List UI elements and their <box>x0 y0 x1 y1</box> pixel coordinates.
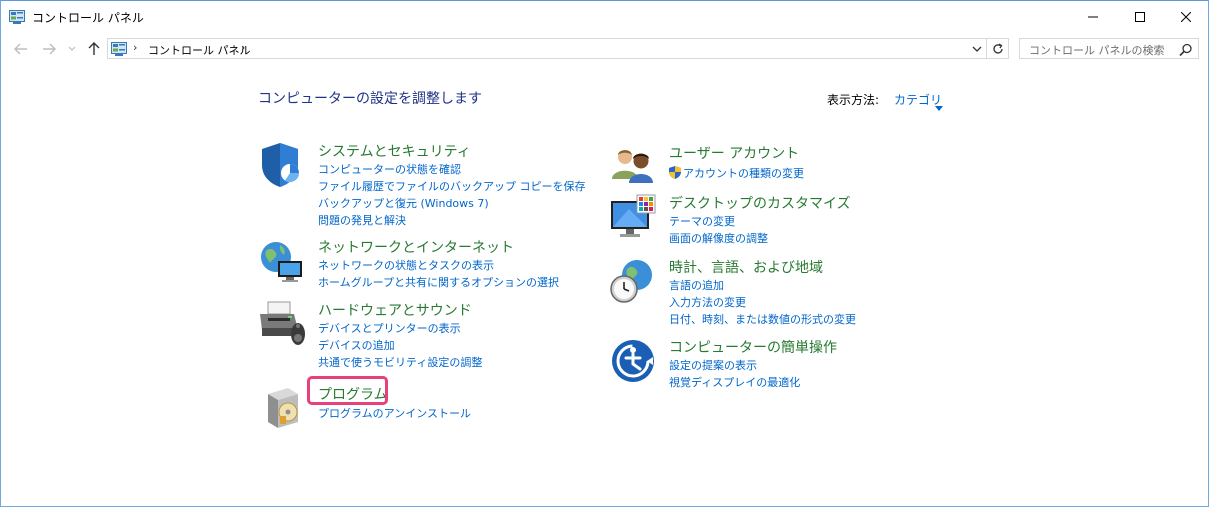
link-check-computer-status[interactable]: コンピューターの状態を確認 <box>318 161 586 178</box>
maximize-icon <box>1135 11 1145 22</box>
forward-button[interactable] <box>39 37 59 61</box>
printer-icon[interactable] <box>258 300 306 348</box>
view-by-label: 表示方法: <box>827 93 880 107</box>
clock-globe-icon[interactable] <box>609 257 657 305</box>
link-backup-restore-windows7[interactable]: バックアップと復元 (Windows 7) <box>318 195 586 212</box>
link-change-account-type-label[interactable]: アカウントの種類の変更 <box>683 167 804 180</box>
shield-icon[interactable] <box>258 141 306 189</box>
link-homegroup-sharing[interactable]: ホームグループと共有に関するオプションの選択 <box>318 274 559 291</box>
breadcrumb-separator[interactable]: › <box>241 41 245 54</box>
page-title: コンピューターの設定を調整します <box>258 91 482 107</box>
link-change-theme[interactable]: テーマの変更 <box>669 213 768 230</box>
link-file-history-backup[interactable]: ファイル履歴でファイルのバックアップ コピーを保存 <box>318 178 586 195</box>
link-network-status-tasks[interactable]: ネットワークの状態とタスクの表示 <box>318 257 559 274</box>
category-title-network-internet[interactable]: ネットワークとインターネット <box>318 237 514 257</box>
breadcrumb-control-panel[interactable]: コントロール パネル <box>148 42 251 58</box>
link-change-date-time-format[interactable]: 日付、時刻、または数値の形式の変更 <box>669 311 856 328</box>
link-optimize-visual-display[interactable]: 視覚ディスプレイの最適化 <box>669 374 800 391</box>
recent-locations-button[interactable] <box>65 37 79 61</box>
minimize-button[interactable] <box>1070 1 1116 32</box>
refresh-button[interactable] <box>987 38 1009 59</box>
control-panel-window: コントロール パネル › コントロール パネル › コントロール パネルの検索 … <box>0 0 1209 507</box>
link-add-language[interactable]: 言語の追加 <box>669 277 856 294</box>
close-icon <box>1181 11 1191 22</box>
link-adjust-resolution[interactable]: 画面の解像度の調整 <box>669 230 768 247</box>
category-hardware-sound: ハードウェアとサウンド デバイスとプリンターの表示 デバイスの追加 共通で使うモ… <box>258 300 578 372</box>
search-box[interactable]: コントロール パネルの検索 <box>1019 38 1199 59</box>
network-globe-icon[interactable] <box>258 237 306 285</box>
up-button[interactable] <box>85 37 103 61</box>
chevron-down-icon[interactable] <box>935 96 943 115</box>
control-panel-icon <box>9 9 25 28</box>
category-network-internet: ネットワークとインターネット ネットワークの状態とタスクの表示 ホームグループと… <box>258 237 578 293</box>
desktop-monitor-icon[interactable] <box>609 193 657 241</box>
link-change-input-method[interactable]: 入力方法の変更 <box>669 294 856 311</box>
category-user-accounts: ユーザー アカウント アカウントの種類の変更 <box>609 143 939 185</box>
maximize-button[interactable] <box>1117 1 1163 32</box>
control-panel-icon <box>111 41 127 60</box>
window-title: コントロール パネル <box>32 11 144 25</box>
category-clock-language-region: 時計、言語、および地域 言語の追加 入力方法の変更 日付、時刻、または数値の形式… <box>609 257 939 329</box>
category-desktop-customization: デスクトップのカスタマイズ テーマの変更 画面の解像度の調整 <box>609 193 939 249</box>
category-system-security: システムとセキュリティ コンピューターの状態を確認 ファイル履歴でファイルのバッ… <box>258 141 586 231</box>
refresh-icon <box>992 42 1003 54</box>
category-title-user-accounts[interactable]: ユーザー アカウント <box>669 143 799 163</box>
link-get-recommendations[interactable]: 設定の提案の表示 <box>669 357 800 374</box>
close-button[interactable] <box>1163 1 1209 32</box>
category-title-system-security[interactable]: システムとセキュリティ <box>318 141 471 161</box>
link-troubleshoot[interactable]: 問題の発見と解決 <box>318 212 586 229</box>
programs-highlight-box <box>307 376 388 405</box>
address-bar[interactable]: › コントロール パネル › <box>107 38 987 59</box>
search-input[interactable]: コントロール パネルの検索 <box>1029 42 1165 58</box>
search-icon[interactable] <box>1179 42 1193 61</box>
category-title-ease-of-access[interactable]: コンピューターの簡単操作 <box>669 337 837 357</box>
users-icon[interactable] <box>609 143 657 191</box>
link-change-account-type[interactable]: アカウントの種類の変更 <box>669 165 804 182</box>
category-ease-of-access: コンピューターの簡単操作 設定の提案の表示 視覚ディスプレイの最適化 <box>609 337 939 393</box>
forward-arrow-icon <box>43 43 56 55</box>
category-programs: プログラム プログラムのアンインストール <box>258 384 578 428</box>
navigation-bar: › コントロール パネル › コントロール パネルの検索 <box>1 37 1208 61</box>
title-bar: コントロール パネル <box>1 1 1208 32</box>
link-add-device[interactable]: デバイスの追加 <box>318 337 482 354</box>
category-title-hardware-sound[interactable]: ハードウェアとサウンド <box>318 300 472 320</box>
uac-shield-icon <box>669 166 681 179</box>
category-title-desktop-customization[interactable]: デスクトップのカスタマイズ <box>669 193 851 213</box>
minimize-icon <box>1088 16 1098 17</box>
programs-disc-icon[interactable] <box>258 384 306 432</box>
category-title-clock-language-region[interactable]: 時計、言語、および地域 <box>669 257 823 277</box>
link-uninstall-program[interactable]: プログラムのアンインストール <box>318 405 471 422</box>
chevron-down-icon <box>68 46 76 51</box>
back-button[interactable] <box>11 37 31 61</box>
link-devices-printers[interactable]: デバイスとプリンターの表示 <box>318 320 482 337</box>
link-mobility-settings[interactable]: 共通で使うモビリティ設定の調整 <box>318 354 482 371</box>
chevron-down-icon <box>972 46 982 52</box>
address-dropdown-button[interactable] <box>970 41 984 60</box>
breadcrumb-separator[interactable]: › <box>133 41 137 54</box>
back-arrow-icon <box>14 43 27 55</box>
ease-of-access-icon[interactable] <box>609 337 657 385</box>
up-arrow-icon <box>88 42 100 55</box>
